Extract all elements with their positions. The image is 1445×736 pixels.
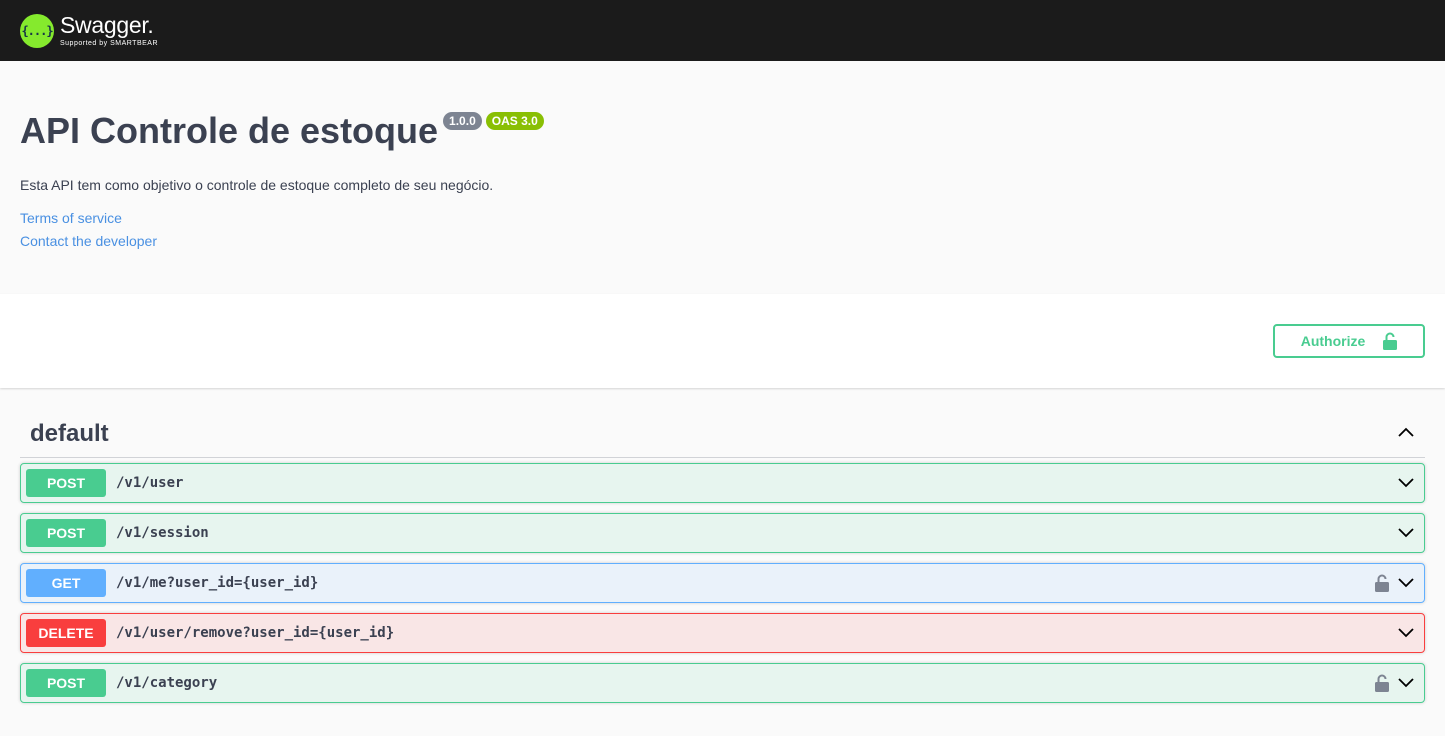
operation-controls — [1397, 527, 1415, 539]
operation-controls — [1397, 627, 1415, 639]
authorize-label: Authorize — [1300, 333, 1366, 349]
info-links: Terms of service Contact the developer — [20, 207, 1425, 253]
chevron-down-icon[interactable] — [1397, 627, 1415, 639]
oas-badge: OAS 3.0 — [485, 112, 544, 130]
opblock-delete-user-remove[interactable]: DELETE /v1/user/remove?user_id={user_id} — [20, 613, 1425, 653]
api-description: Esta API tem como objetivo o controle de… — [20, 176, 494, 193]
swagger-logo[interactable]: {...} Swagger. Supported by SMARTBEAR — [20, 12, 159, 48]
opblock-post-session[interactable]: POST /v1/session — [20, 513, 1425, 553]
opblock-get-me[interactable]: GET /v1/me?user_id={user_id} — [20, 563, 1425, 603]
method-badge: POST — [26, 519, 106, 547]
operation-list: POST /v1/user POST /v1/session GET /v1/m… — [20, 463, 1425, 703]
logo-text: Swagger. Supported by SMARTBEAR — [60, 12, 159, 48]
logo-glyph: {...} — [21, 23, 53, 38]
operation-controls — [1375, 674, 1415, 692]
version-badge: 1.0.0 — [443, 112, 482, 130]
opblock-post-category[interactable]: POST /v1/category — [20, 663, 1425, 703]
operation-path: /v1/session — [116, 525, 209, 541]
unlock-icon — [1383, 332, 1398, 350]
terms-of-service-link[interactable]: Terms of service — [20, 207, 1425, 230]
opblock-post-user[interactable]: POST /v1/user — [20, 463, 1425, 503]
lock-icon[interactable] — [1375, 574, 1389, 592]
scheme-container: Authorize — [0, 294, 1445, 388]
tag-header-default[interactable]: default — [20, 388, 1425, 458]
operation-path: /v1/user/remove?user_id={user_id} — [116, 625, 395, 641]
title-row: API Controle de estoque 1.0.0 OAS 3.0 — [20, 111, 1425, 151]
method-badge: GET — [26, 569, 106, 597]
operations-section: default POST /v1/user POST /v1/session G… — [0, 388, 1445, 703]
operation-controls — [1397, 477, 1415, 489]
lock-icon[interactable] — [1375, 674, 1389, 692]
brand-name: Swagger. — [60, 12, 154, 38]
contact-developer-link[interactable]: Contact the developer — [20, 230, 1425, 253]
method-badge: DELETE — [26, 619, 106, 647]
authorize-button[interactable]: Authorize — [1273, 324, 1425, 358]
operation-path: /v1/category — [116, 675, 218, 691]
chevron-down-icon[interactable] — [1397, 677, 1415, 689]
chevron-down-icon[interactable] — [1397, 527, 1415, 539]
chevron-down-icon[interactable] — [1397, 577, 1415, 589]
swagger-logo-icon: {...} — [20, 13, 54, 48]
tag-name: default — [30, 419, 109, 447]
brand-subtitle: Supported by SMARTBEAR — [60, 40, 159, 47]
operation-controls — [1375, 574, 1415, 592]
topbar: {...} Swagger. Supported by SMARTBEAR — [0, 0, 1445, 61]
method-badge: POST — [26, 469, 106, 497]
operation-path: /v1/me?user_id={user_id} — [116, 575, 319, 591]
chevron-up-icon[interactable] — [1397, 425, 1415, 443]
chevron-down-icon[interactable] — [1397, 477, 1415, 489]
method-badge: POST — [26, 669, 106, 697]
operation-path: /v1/user — [116, 475, 184, 491]
api-info: API Controle de estoque 1.0.0 OAS 3.0 Es… — [0, 61, 1445, 294]
page-title: API Controle de estoque — [20, 110, 439, 151]
